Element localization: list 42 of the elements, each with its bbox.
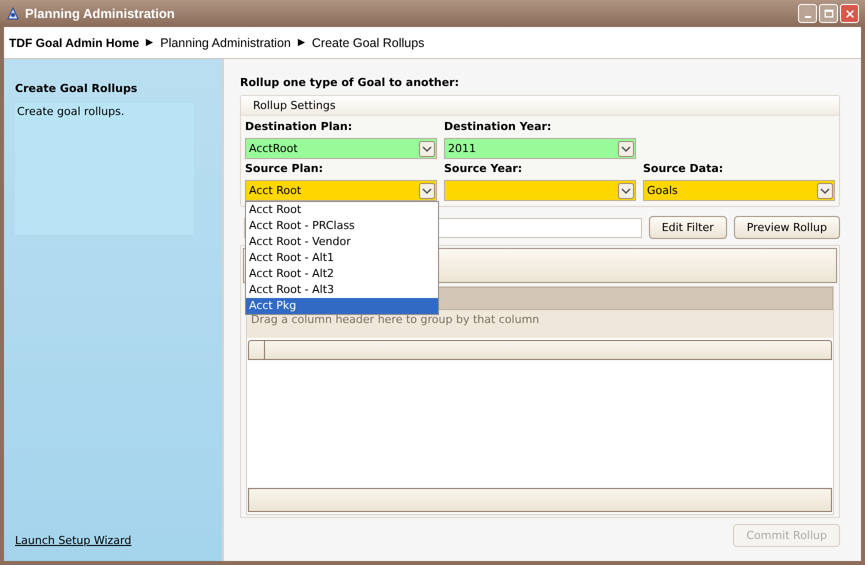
maximize-button[interactable] xyxy=(819,4,838,23)
chevron-right-icon xyxy=(296,38,306,47)
dropdown[interactable]: Goals xyxy=(643,180,835,201)
section-heading: Rollup one type of Goal to another: xyxy=(240,76,460,89)
action-button[interactable]: Edit Filter xyxy=(648,216,727,239)
breadcrumb-link[interactable]: Create Goal Rollups xyxy=(312,36,424,50)
dropdown-option[interactable]: Acct Root - Alt1 xyxy=(246,250,438,266)
field-label: Destination Year: xyxy=(444,120,552,133)
dropdown-option[interactable]: Acct Pkg xyxy=(246,298,438,314)
chevron-right-icon xyxy=(145,38,154,47)
dropdown[interactable] xyxy=(444,180,636,201)
breadcrumb-link[interactable]: TDF Goal Admin Home xyxy=(9,36,140,50)
panel-title: Rollup Settings xyxy=(241,96,839,116)
field-label: Source Year: xyxy=(444,162,524,175)
app-icon xyxy=(6,6,20,20)
description-text: Create goal rollups. xyxy=(17,105,124,118)
dropdown-option[interactable]: Acct Root - PRClass xyxy=(246,218,438,234)
action-button[interactable]: Preview Rollup xyxy=(734,216,840,239)
close-icon xyxy=(844,8,854,18)
chevron-down-icon xyxy=(618,140,634,156)
field-label: Destination Plan: xyxy=(245,120,354,133)
minimize-icon xyxy=(804,16,810,18)
setup-wizard-link[interactable]: Launch Setup Wizard xyxy=(15,534,132,547)
dropdown[interactable]: 2011 xyxy=(444,138,636,159)
chevron-down-icon xyxy=(419,182,435,198)
breadcrumb-link[interactable]: Planning Administration xyxy=(160,36,291,50)
field-label: Source Data: xyxy=(643,162,724,175)
dropdown-option[interactable]: Acct Root - Vendor xyxy=(246,234,438,250)
chevron-down-icon xyxy=(817,182,833,198)
window-title: Planning Administration xyxy=(25,6,176,21)
group-by-hint: Drag a column header here to group by that column xyxy=(247,310,833,338)
dropdown[interactable]: AcctRoot xyxy=(245,138,437,159)
minimize-button[interactable] xyxy=(798,4,817,23)
chevron-down-icon xyxy=(419,140,435,156)
dropdown-option[interactable]: Acct Root - Alt2 xyxy=(246,266,438,282)
sidebar-title: Create Goal Rollups xyxy=(15,82,138,95)
dropdown-option[interactable]: Acct Root xyxy=(246,202,438,218)
maximize-icon xyxy=(824,8,834,18)
dropdown-option[interactable]: Acct Root - Alt3 xyxy=(246,282,438,298)
field-label: Source Plan: xyxy=(245,162,324,175)
chevron-down-icon xyxy=(618,182,634,198)
close-button[interactable] xyxy=(840,4,859,23)
